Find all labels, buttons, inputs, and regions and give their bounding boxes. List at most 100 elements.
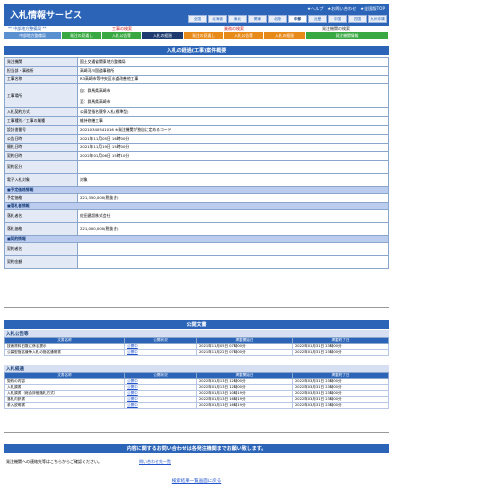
row-label: 工事場所 — [4, 83, 78, 109]
row-value — [77, 241, 389, 256]
row-value: 2021年11月05日 16時00分 — [77, 133, 389, 144]
row-value: R3高崎市等中央区水道改善他工事 — [77, 74, 389, 85]
row-value: 2022年01月06日 15時10分 — [77, 151, 389, 162]
doc-end: 2022年03月31日 23時00分 — [292, 402, 389, 409]
row-label: 工事種別／工事の業種 — [4, 116, 78, 126]
region-tab-hokuriku[interactable]: 北陸 — [268, 15, 287, 23]
region-tab-chugoku[interactable]: 中国 — [328, 15, 347, 23]
doc-start: 2022年01月13日 16時19分 — [196, 402, 293, 409]
detail-row: 落札者名 佐田建設株式会社 — [4, 208, 389, 223]
doc-start: 2021年11月22日 07時00分 — [196, 349, 293, 356]
detail-row: 契約金額 — [4, 254, 389, 269]
region-tabs: 全国 北海道 東北 関東 北陸 中部 近畿 中国 四国 九州沖縄 — [188, 15, 387, 23]
doc-section-title: 入札経過 — [4, 365, 389, 372]
row-label: 入札契約方式 — [4, 107, 78, 118]
doc-section-notice: 入札公告等 文書名称 公開状況 掲載開始日 掲載終了日 技術資料日数に係る提示 … — [4, 330, 389, 356]
doc-end: 2022年01月31日 23時00分 — [292, 349, 389, 356]
detail-row: 契約者名 — [4, 241, 389, 256]
contact-row: 発注機関への連絡先等はこちらからご確認ください。 問い合わせ先一覧 — [4, 455, 389, 468]
table-row: 参入説明書 公開中 2022年01月13日 16時19分 2022年03月31日… — [4, 402, 389, 409]
row-label: 工事名称 — [4, 74, 78, 85]
contact-list-link[interactable]: 問い合わせ先一覧 — [139, 459, 171, 465]
doc-status-link[interactable]: 公開中 — [124, 402, 197, 409]
row-label: 発注機関 — [4, 57, 78, 67]
row-label: 公告日時 — [4, 133, 78, 144]
detail-row: 設計書番号 20210340541016 ※発注機関が独自に定めるコード — [4, 124, 389, 135]
detail-row: 契約区分 — [4, 160, 389, 175]
group-label: ■落札者情報 — [4, 201, 389, 210]
row-label: 担当部・事務所 — [4, 65, 78, 76]
tab-notice-construction[interactable]: 入札公告等 — [102, 32, 141, 39]
detail-row: 契約日時 2022年01月06日 15時10分 — [4, 151, 389, 162]
detail-row: 発注機関 国土交通省関東地方整備局 — [4, 57, 389, 67]
detail-row: 入札契約方式 公募型指名競争入札(標準型) — [4, 107, 389, 118]
region-tab-kanto[interactable]: 関東 — [248, 15, 267, 23]
detail-row: 工事場所 自：群馬県高崎市 至：群馬県高崎市 — [4, 83, 389, 109]
detail-row: 開札日時 2021年11月19日 15時00分 — [4, 142, 389, 153]
documents-title: 公開文書 — [4, 320, 389, 329]
site-header: 入札情報サービス ★ヘルプ ★お問い合わせ ★全国版TOP 全国 北海道 東北 … — [4, 4, 389, 26]
doc-table: 文書名称 公開状況 掲載開始日 掲載終了日 契約の内容 公開中 2022年01月… — [4, 372, 389, 409]
row-label: 開札日時 — [4, 142, 78, 153]
tab-bureau[interactable]: 中部地方整備局 — [4, 32, 61, 39]
row-value: 佐田建設株式会社 — [77, 208, 389, 223]
tab-notice-service[interactable]: 入札公告等 — [224, 32, 263, 39]
nav-tabs: 中部地方整備局 発注の見通し 入札公告等 入札の経過 発注の見通し 入札公告等 … — [4, 32, 389, 39]
row-label: 落札価格 — [4, 221, 78, 236]
doc-table: 文書名称 公開状況 掲載開始日 掲載終了日 技術資料日数に係る提示 公開中 20… — [4, 337, 389, 356]
detail-row: 工事種別／工事の業種 維持修繕工事 — [4, 116, 389, 126]
row-value: 221,000,000(税抜き) — [77, 221, 389, 236]
region-tab-national[interactable]: 全国 — [188, 15, 207, 23]
detail-row: 担当部・事務所 高崎河川国道事務所 — [4, 65, 389, 76]
tab-agency-info[interactable]: 発注機関情報 — [306, 32, 388, 39]
row-value: 国土交通省関東地方整備局 — [77, 57, 389, 67]
help-link[interactable]: ★ヘルプ — [307, 6, 323, 12]
region-tab-kinki[interactable]: 近畿 — [308, 15, 327, 23]
tab-progress-service[interactable]: 入札の経過 — [264, 32, 305, 39]
top-links: ★ヘルプ ★お問い合わせ ★全国版TOP — [307, 6, 385, 12]
detail-title: 入札の経過(工事)案件概要 — [4, 46, 389, 55]
tab-outlook-service[interactable]: 発注の見通し — [184, 32, 223, 39]
row-value: 維持修繕工事 — [77, 116, 389, 126]
detail-row: 予定価格 221,350,000(税抜き) — [4, 193, 389, 203]
detail-row: 電子入札対象 対象 — [4, 173, 389, 188]
doc-name: 参入説明書 — [4, 402, 125, 409]
contact-title: 内容に関するお問い合わせは各発注機関までお願い致します。 — [4, 444, 389, 453]
row-label: 契約金額 — [4, 254, 78, 269]
row-label: 設計書番号 — [4, 124, 78, 135]
doc-status-link[interactable]: 公開中 — [124, 349, 197, 356]
region-tab-chubu[interactable]: 中部 — [288, 15, 307, 23]
group-header: ■落札者情報 — [4, 201, 389, 210]
table-row: 公募型指名競争入札の指名通常書 公開中 2021年11月22日 07時00分 2… — [4, 349, 389, 356]
region-tab-hokkaido[interactable]: 北海道 — [208, 15, 227, 23]
group-label: ■予定価格情報 — [4, 186, 389, 195]
row-value — [77, 160, 389, 175]
divider — [4, 432, 389, 433]
region-tab-shikoku[interactable]: 四国 — [348, 15, 367, 23]
tab-outlook-construction[interactable]: 発注の見通し — [62, 32, 101, 39]
row-label: 落札者名 — [4, 208, 78, 223]
national-top-link[interactable]: ★全国版TOP — [360, 6, 385, 12]
row-label: 契約日時 — [4, 151, 78, 162]
row-value: 高崎河川国道事務所 — [77, 65, 389, 76]
contact-link[interactable]: ★お問い合わせ — [327, 6, 356, 12]
back-to-results-link[interactable]: 検索結果一覧画面に戻る — [0, 478, 393, 484]
detail-row: 落札価格 221,000,000(税抜き) — [4, 221, 389, 236]
doc-section-title: 入札公告等 — [4, 330, 389, 337]
row-value: 20210340541016 ※発注機関が独自に定めるコード — [77, 124, 389, 135]
row-value — [77, 254, 389, 269]
doc-section-progress: 入札経過 文書名称 公開状況 掲載開始日 掲載終了日 契約の内容 公開中 202… — [4, 365, 389, 409]
detail-table: 発注機関 国土交通省関東地方整備局 担当部・事務所 高崎河川国道事務所 工事名称 R3… — [4, 57, 389, 269]
row-value: 221,350,000(税抜き) — [77, 193, 389, 203]
brand-title[interactable]: 入札情報サービス — [10, 8, 82, 21]
row-label: 契約者名 — [4, 241, 78, 256]
row-value: 自：群馬県高崎市 至：群馬県高崎市 — [77, 83, 389, 109]
region-tab-tohoku[interactable]: 東北 — [228, 15, 247, 23]
group-header: ■契約情報 — [4, 234, 389, 243]
tab-progress-construction[interactable]: 入札の経過 — [142, 32, 183, 39]
divider — [4, 307, 389, 308]
row-value: 対象 — [77, 173, 389, 188]
region-tab-kyushu[interactable]: 九州沖縄 — [368, 15, 387, 23]
row-label: 契約区分 — [4, 160, 78, 175]
detail-row: 工事名称 R3高崎市等中央区水道改善他工事 — [4, 74, 389, 85]
